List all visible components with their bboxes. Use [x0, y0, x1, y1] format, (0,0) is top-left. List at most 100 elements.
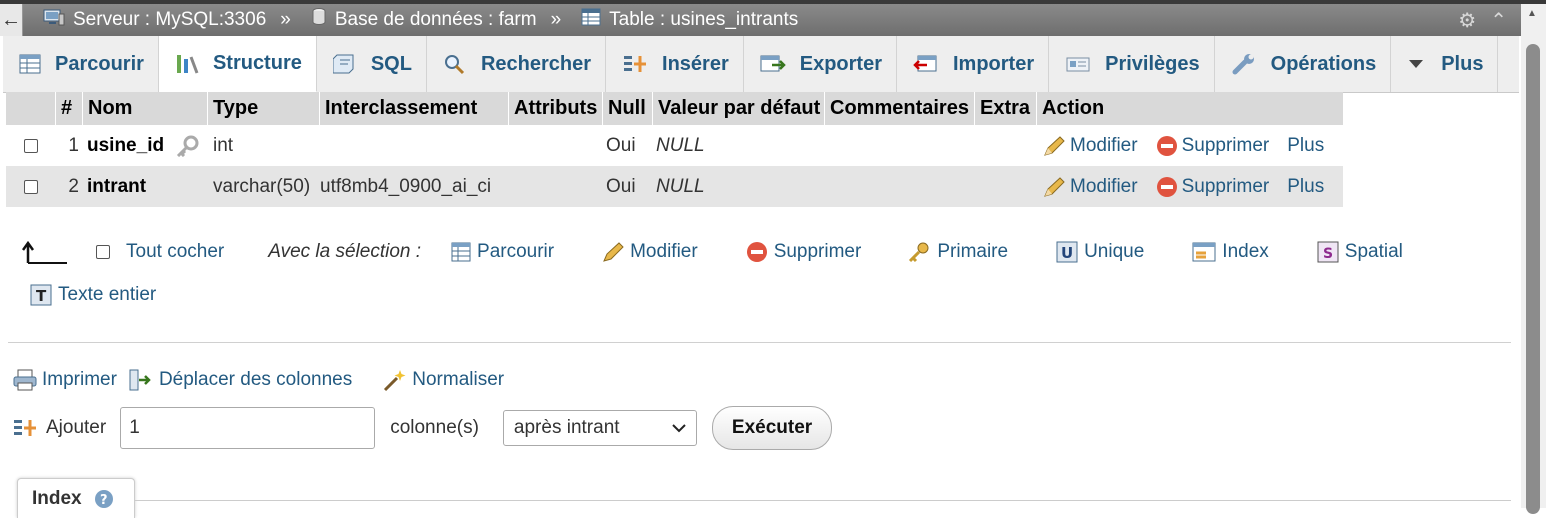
more-link[interactable]: Plus [1287, 135, 1324, 157]
print-link[interactable]: Imprimer [12, 368, 117, 392]
bulk-spatial-label: Spatial [1344, 241, 1403, 262]
breadcrumb-database-label: Base de données : farm [334, 9, 537, 30]
table-row: 1 usine_id int Oui NULL Modifier Supprim… [6, 125, 1343, 166]
table-row: 2 intrant varchar(50) utf8mb4_0900_ai_ci… [6, 166, 1343, 207]
pencil-icon [1042, 135, 1066, 157]
move-columns-icon [129, 368, 151, 392]
table-tools: Imprimer Déplacer des colonnes Normalise… [12, 368, 534, 392]
tab-label: Importer [953, 52, 1035, 75]
tab-label: SQL [370, 52, 412, 75]
table-header-row: # Nom Type Interclassement Attributs Nul… [6, 92, 1343, 125]
pencil-icon [1042, 176, 1066, 198]
tab-parcourir[interactable]: Parcourir [3, 36, 159, 92]
structure-table: # Nom Type Interclassement Attributs Nul… [6, 92, 1343, 207]
execute-button[interactable]: Exécuter [711, 406, 833, 450]
column-name: intrant [87, 175, 147, 197]
edit-link[interactable]: Modifier [1042, 135, 1138, 157]
tab-importer[interactable]: Importer [897, 36, 1050, 92]
help-icon[interactable]: ? [94, 489, 114, 509]
structure-icon [175, 53, 199, 75]
tab-sql[interactable]: SQL [317, 36, 427, 92]
tab-label: Privilèges [1105, 52, 1200, 75]
import-icon [913, 53, 939, 75]
tab-privileges[interactable]: Privilèges [1049, 36, 1215, 92]
edit-link[interactable]: Modifier [1042, 176, 1138, 198]
row-checkbox[interactable] [24, 138, 38, 153]
tab-structure[interactable]: Structure [158, 36, 317, 92]
delete-icon [1156, 135, 1178, 157]
check-all[interactable]: Tout cocher [96, 241, 224, 263]
scrollbar-thumb[interactable] [1526, 44, 1540, 514]
delete-link[interactable]: Supprimer [1156, 175, 1270, 198]
bulk-unique-button[interactable]: U Unique [1056, 241, 1144, 263]
breadcrumb-server[interactable]: Serveur : MySQL:3306 [43, 8, 266, 32]
breadcrumb-database[interactable]: Base de données : farm [311, 7, 537, 33]
server-icon [43, 8, 65, 32]
wrench-icon [1231, 52, 1257, 76]
delete-link[interactable]: Supprimer [1156, 135, 1269, 157]
tab-rechercher[interactable]: Rechercher [427, 36, 607, 92]
edit-label: Modifier [1070, 175, 1138, 197]
svg-text:?: ? [100, 493, 108, 508]
bulk-primary-button[interactable]: Primaire [907, 241, 1008, 263]
selection-bar: Tout cocher Avec la sélection : Parcouri… [22, 232, 1512, 315]
tab-label: Insérer [662, 52, 729, 75]
tab-label: Rechercher [480, 52, 592, 75]
tab-exporter[interactable]: Exporter [744, 36, 897, 92]
scroll-up-arrow-icon[interactable]: ▲ [1527, 8, 1537, 19]
check-all-label: Tout cocher [126, 241, 225, 262]
chevron-down-icon [672, 423, 686, 433]
column-null: Oui [606, 175, 636, 197]
column-header: Type [208, 92, 320, 125]
insert-icon [12, 417, 38, 439]
bulk-index-button[interactable]: Index [1192, 241, 1269, 263]
bulk-fulltext-button[interactable]: T Texte entier [30, 284, 156, 306]
column-header: Interclassement [320, 92, 509, 125]
column-header: # [56, 92, 83, 125]
columns-suffix-label: colonne(s) [390, 417, 479, 438]
breadcrumb-table[interactable]: Table : usines_intrants [581, 8, 798, 32]
key-icon [907, 241, 931, 263]
column-collation: utf8mb4_0900_ai_ci [320, 175, 492, 197]
row-checkbox[interactable] [24, 179, 38, 194]
bulk-primary-label: Primaire [937, 241, 1009, 262]
add-columns-form: Ajouter 1 colonne(s) après intrant Exécu… [12, 406, 833, 450]
column-null: Oui [606, 134, 636, 156]
more-link[interactable]: Plus [1287, 176, 1324, 198]
column-position-select[interactable]: après intrant [502, 410, 697, 446]
top-right-controls: ⚙ ⌃ [1458, 8, 1507, 33]
chevron-down-icon [1407, 57, 1427, 71]
column-count-input[interactable]: 1 [120, 407, 376, 449]
column-position-value: après intrant [513, 417, 620, 438]
column-header: Nom [83, 92, 208, 125]
move-columns-link[interactable]: Déplacer des colonnes [129, 368, 352, 392]
tab-inserer[interactable]: Insérer [606, 36, 744, 92]
move-columns-label: Déplacer des colonnes [158, 369, 353, 390]
bulk-edit-button[interactable]: Modifier [602, 241, 698, 263]
normalize-label: Normaliser [412, 369, 505, 390]
delete-icon [746, 241, 768, 263]
gear-icon[interactable]: ⚙ [1458, 8, 1476, 33]
export-icon [760, 53, 786, 75]
normalize-link[interactable]: Normaliser [382, 368, 504, 392]
back-arrow-icon[interactable]: ← [0, 4, 23, 36]
scrollbar[interactable]: ▲ [1521, 4, 1546, 514]
index-section-header: Index ? [17, 478, 135, 518]
row-checkbox-cell [6, 138, 56, 153]
row-checkbox-cell [6, 179, 56, 194]
column-header: Attributs [509, 92, 603, 125]
breadcrumb-separator: » [280, 9, 291, 30]
tab-plus[interactable]: Plus [1391, 36, 1499, 92]
bulk-delete-button[interactable]: Supprimer [746, 241, 861, 263]
bulk-spatial-button[interactable]: S Spatial [1317, 241, 1403, 263]
bulk-edit-label: Modifier [630, 241, 698, 262]
check-all-checkbox[interactable] [96, 245, 110, 259]
delete-label: Supprimer [1181, 175, 1270, 197]
sql-icon [332, 53, 357, 75]
bulk-browse-button[interactable]: Parcourir [451, 241, 554, 263]
collapse-icon[interactable]: ⌃ [1490, 8, 1507, 33]
tab-label: Exporter [799, 52, 882, 75]
tab-operations[interactable]: Opérations [1215, 36, 1392, 92]
primary-key-icon [174, 135, 200, 157]
tab-label: Plus [1441, 52, 1484, 75]
